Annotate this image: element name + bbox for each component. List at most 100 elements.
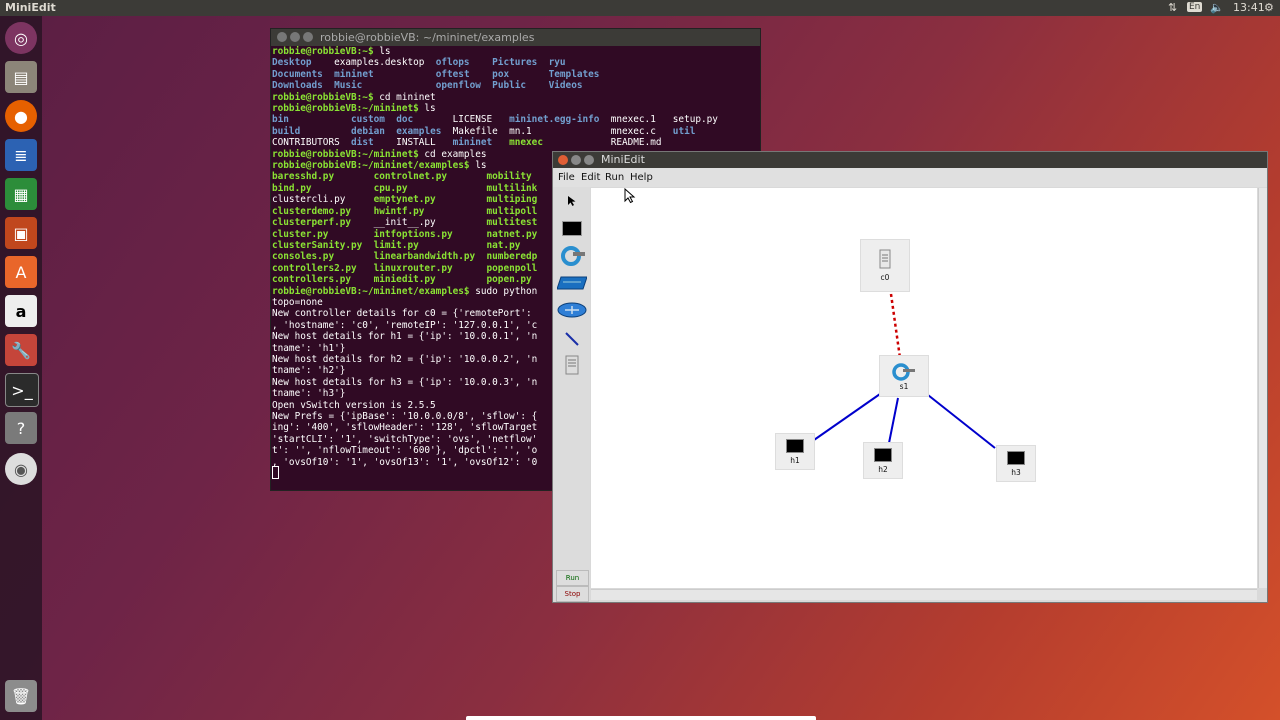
terminal-segment: [453, 263, 487, 274]
terminal-segment: ryu: [548, 57, 566, 69]
minimize-button[interactable]: [290, 32, 300, 42]
host-node-h2[interactable]: h2: [863, 442, 903, 479]
terminal-segment: popen.py: [486, 274, 532, 286]
terminal-segment: [526, 80, 549, 91]
terminal-segment: cluster.py: [272, 228, 329, 240]
maximize-button[interactable]: [584, 155, 594, 165]
terminal-segment: [447, 171, 487, 182]
terminal-segment: Desktop: [272, 57, 312, 69]
terminal-segment: linuxrouter.py: [373, 262, 453, 274]
controller-node-c0[interactable]: c0: [860, 239, 910, 292]
menu-edit[interactable]: Edit: [581, 172, 600, 183]
netlink-tool[interactable]: [556, 327, 587, 351]
node-label: h1: [790, 455, 800, 465]
terminal-segment: mobility: [486, 171, 532, 183]
horizontal-scrollbar[interactable]: [591, 589, 1257, 600]
terminal-segment: t': '', 'nflowTimeout': '600'}, 'dpctl':…: [272, 445, 538, 457]
tool-palette: Run Stop: [553, 187, 590, 602]
run-button[interactable]: Run: [556, 570, 589, 586]
help-icon[interactable]: ?: [5, 412, 37, 444]
terminal-segment: [323, 69, 334, 80]
amazon-icon[interactable]: a: [5, 295, 37, 327]
node-label: s1: [899, 381, 909, 391]
terminal-segment: tname': 'h2'}: [272, 365, 346, 377]
terminal-icon[interactable]: >_: [5, 373, 39, 407]
terminal-segment: mininet: [334, 68, 374, 80]
terminal-segment: Downloads: [272, 80, 323, 92]
clock[interactable]: 13:41: [1233, 1, 1265, 14]
dvd-icon[interactable]: ◉: [5, 453, 37, 485]
terminal-segment: limit.py: [373, 239, 419, 251]
terminal-segment: util: [672, 125, 696, 137]
terminal-segment: [300, 126, 351, 137]
switch-node-s1[interactable]: s1: [879, 355, 929, 397]
link-s1-h2[interactable]: [888, 397, 899, 444]
terminal-segment: [289, 114, 351, 125]
terminal-segment: popenpoll: [486, 262, 538, 274]
topology-canvas[interactable]: c0 s1 h1 h2 h3: [591, 188, 1257, 588]
terminal-segment: [374, 69, 436, 80]
calc-icon[interactable]: ▦: [5, 178, 37, 210]
miniedit-window[interactable]: MiniEdit File Edit Run Help Run Stop c0 …: [552, 151, 1268, 603]
miniedit-titlebar[interactable]: MiniEdit: [553, 152, 1267, 168]
terminal-segment: mininet.egg-info: [509, 114, 600, 126]
stop-button[interactable]: Stop: [556, 586, 589, 602]
controller-link-c0-s1[interactable]: [889, 293, 902, 359]
impress-icon[interactable]: ▣: [5, 217, 37, 249]
terminal-titlebar[interactable]: robbie@robbieVB: ~/mininet/examples: [271, 29, 760, 46]
ubuntu-logo-icon[interactable]: ◎: [5, 22, 37, 54]
terminal-segment: Videos: [548, 80, 583, 92]
terminal-segment: bind.py: [272, 182, 312, 194]
legacy-switch-tool[interactable]: [556, 271, 587, 295]
mouse-cursor-icon: [624, 188, 636, 204]
terminal-segment: numberedp: [486, 251, 538, 263]
close-button[interactable]: [277, 32, 287, 42]
host-icon: [1007, 450, 1025, 465]
files-icon[interactable]: ▤: [5, 61, 37, 93]
terminal-segment: debian: [351, 125, 385, 137]
terminal-segment: bin: [272, 114, 289, 126]
menu-run[interactable]: Run: [605, 172, 624, 183]
terminal-segment: New host details for h1 = {'ip': '10.0.0…: [272, 331, 538, 343]
link-s1-h3[interactable]: [927, 394, 996, 449]
terminal-line: Downloads Music openflow Public Videos: [272, 80, 718, 91]
menu-help[interactable]: Help: [630, 172, 653, 183]
host-tool[interactable]: [556, 216, 587, 240]
terminal-segment: multilink: [486, 182, 538, 194]
terminal-segment: multitest: [486, 217, 538, 229]
terminal-segment: robbie@robbieVB:~$: [272, 46, 380, 57]
firefox-icon[interactable]: ●: [5, 100, 37, 132]
terminal-segment: multipoll: [486, 205, 538, 217]
legacy-router-tool[interactable]: [556, 298, 587, 322]
terminal-segment: openflow: [435, 80, 481, 92]
terminal-segment: [475, 251, 486, 262]
maximize-button[interactable]: [303, 32, 313, 42]
menu-file[interactable]: File: [558, 172, 575, 183]
keyboard-layout-indicator[interactable]: En: [1187, 2, 1203, 12]
controller-tool[interactable]: [556, 353, 587, 377]
terminal-segment: cd examples: [424, 148, 487, 160]
terminal-segment: [328, 229, 373, 240]
host-node-h3[interactable]: h3: [996, 445, 1036, 482]
terminal-segment: [312, 183, 374, 194]
minimize-button[interactable]: [571, 155, 581, 165]
settings-icon[interactable]: 🔧: [5, 334, 37, 366]
terminal-segment: examples.desktop: [311, 57, 436, 69]
terminal-segment: controlnet.py: [373, 171, 447, 183]
volume-icon[interactable]: 🔈: [1210, 1, 1224, 14]
host-node-h1[interactable]: h1: [775, 433, 815, 470]
miniedit-title: MiniEdit: [601, 153, 645, 166]
power-gear-icon[interactable]: ⚙: [1264, 1, 1274, 14]
select-pointer-tool[interactable]: [556, 189, 587, 213]
terminal-segment: nat.py: [486, 239, 521, 251]
link-s1-h1[interactable]: [813, 393, 881, 441]
close-button[interactable]: [558, 155, 568, 165]
software-center-icon[interactable]: A: [5, 256, 37, 288]
trash-icon[interactable]: 🗑: [5, 680, 37, 712]
switch-tool[interactable]: [556, 244, 587, 268]
network-icon[interactable]: ⇅: [1168, 1, 1177, 14]
terminal-segment: [334, 251, 374, 262]
terminal-segment: [385, 114, 396, 125]
vertical-scrollbar[interactable]: [1258, 188, 1267, 588]
writer-icon[interactable]: ≣: [5, 139, 37, 171]
